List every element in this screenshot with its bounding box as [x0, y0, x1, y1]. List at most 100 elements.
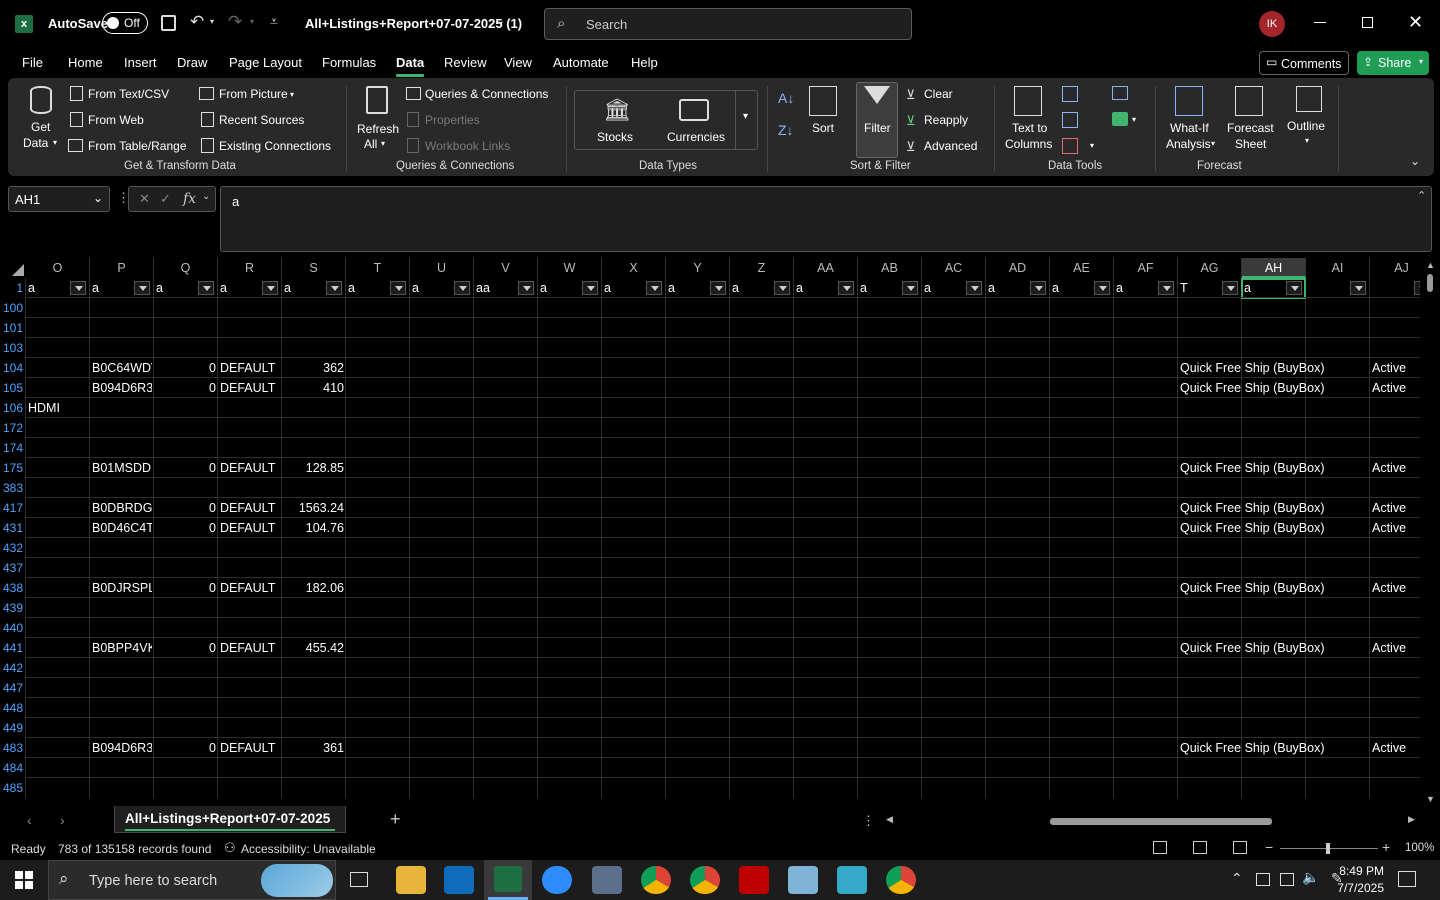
cell-r[interactable]: DEFAULT	[220, 458, 280, 478]
cell-aj[interactable]	[1372, 438, 1418, 458]
cell-p[interactable]	[92, 658, 152, 678]
task-view-icon[interactable]	[350, 872, 368, 887]
cell-s[interactable]	[284, 318, 344, 338]
cell-q[interactable]	[156, 618, 216, 638]
cell-p[interactable]	[92, 678, 152, 698]
cell-p[interactable]: B0BPP4VK	[92, 638, 152, 658]
add-sheet-button[interactable]: +	[390, 809, 401, 830]
cell-p[interactable]: B0C64WDV	[92, 358, 152, 378]
cell-ag[interactable]	[1180, 398, 1370, 418]
cell-o[interactable]	[28, 538, 96, 558]
cell-r[interactable]: DEFAULT	[220, 578, 280, 598]
cell-ag[interactable]	[1180, 318, 1370, 338]
row-header[interactable]: 106	[0, 398, 25, 418]
filter-dropdown-af[interactable]	[1158, 281, 1174, 295]
cell-p[interactable]	[92, 778, 152, 798]
advanced-button[interactable]: Advanced	[924, 139, 977, 153]
header-cell-o[interactable]: a	[28, 278, 70, 298]
tab-split-handle-icon[interactable]: ⋮	[862, 813, 875, 829]
cell-ag[interactable]: Quick Free Ship (BuyBox)	[1180, 378, 1370, 398]
text-to-columns-button[interactable]: Text to Columns	[1000, 84, 1056, 156]
from-picture-button[interactable]: From Picture	[219, 87, 288, 101]
column-header-ab[interactable]: AB	[858, 258, 922, 278]
filter-dropdown-v[interactable]	[518, 281, 534, 295]
currencies-button[interactable]: Currencies	[655, 93, 731, 147]
data-validation-dropdown-icon[interactable]: ▾	[1090, 141, 1094, 150]
cell-aj[interactable]	[1372, 598, 1418, 618]
header-cell-p[interactable]: a	[92, 278, 134, 298]
cell-ag[interactable]	[1180, 338, 1370, 358]
cell-q[interactable]: 0	[156, 378, 216, 398]
cell-ag[interactable]	[1180, 558, 1370, 578]
cell-q[interactable]	[156, 318, 216, 338]
cell-s[interactable]	[284, 398, 344, 418]
row-header[interactable]: 440	[0, 618, 25, 638]
from-table-range-button[interactable]: From Table/Range	[88, 139, 187, 153]
cell-o[interactable]	[28, 478, 96, 498]
column-header-ac[interactable]: AC	[922, 258, 986, 278]
cell-ag[interactable]: Quick Free Ship (BuyBox)	[1180, 738, 1370, 758]
cell-p[interactable]: B094D6R3	[92, 738, 152, 758]
chrome-alt-icon[interactable]	[886, 866, 916, 894]
column-header-o[interactable]: O	[26, 258, 90, 278]
cell-ag[interactable]	[1180, 598, 1370, 618]
insert-function-icon[interactable]: fx	[183, 191, 196, 207]
cell-q[interactable]: 0	[156, 358, 216, 378]
sheet-tab-active[interactable]: All+Listings+Report+07-07-2025	[114, 806, 346, 833]
cell-aj[interactable]: Active	[1372, 578, 1418, 598]
cell-p[interactable]	[92, 418, 152, 438]
queries-connections-button[interactable]: Queries & Connections	[425, 87, 548, 101]
cell-aj[interactable]	[1372, 758, 1418, 778]
cell-s[interactable]: 410	[284, 378, 344, 398]
data-types-more-button[interactable]: ▾	[735, 91, 757, 149]
what-if-analysis-button[interactable]: What-If Analysis ▾	[1162, 84, 1218, 156]
zoom-slider-thumb[interactable]	[1326, 843, 1330, 854]
page-break-view-icon[interactable]	[1233, 841, 1247, 854]
cell-ag[interactable]: Quick Free Ship (BuyBox)	[1180, 458, 1370, 478]
filter-dropdown-u[interactable]	[454, 281, 470, 295]
tab-help[interactable]: Help	[631, 55, 658, 70]
cell-o[interactable]	[28, 318, 96, 338]
cell-p[interactable]	[92, 538, 152, 558]
cell-ag[interactable]	[1180, 298, 1370, 318]
cell-p[interactable]	[92, 558, 152, 578]
row-header[interactable]: 438	[0, 578, 25, 598]
header-cell-af[interactable]: a	[1116, 278, 1158, 298]
chrome-icon[interactable]	[641, 866, 671, 894]
undo-icon[interactable]: ↶	[190, 12, 204, 32]
cell-s[interactable]	[284, 338, 344, 358]
header-cell-ag[interactable]: T	[1180, 278, 1222, 298]
cell-s[interactable]	[284, 658, 344, 678]
sort-ascending-icon[interactable]: A↓	[778, 90, 794, 106]
data-validation-icon[interactable]	[1062, 138, 1078, 154]
cell-ag[interactable]	[1180, 618, 1370, 638]
cell-s[interactable]	[284, 418, 344, 438]
row-header[interactable]: 484	[0, 758, 25, 778]
network-icon[interactable]	[1280, 873, 1294, 886]
cell-s[interactable]: 1563.24	[284, 498, 344, 518]
name-box-dropdown-icon[interactable]: ⌄	[93, 191, 103, 205]
consolidate-icon[interactable]	[1112, 86, 1128, 100]
cell-aj[interactable]: Active	[1372, 378, 1418, 398]
chrome-profile-icon[interactable]	[690, 866, 720, 894]
cell-q[interactable]	[156, 718, 216, 738]
cell-aj[interactable]	[1372, 678, 1418, 698]
cell-q[interactable]	[156, 398, 216, 418]
file-name-chevron-icon[interactable]: ⌄	[496, 14, 505, 27]
filter-dropdown-ae[interactable]	[1094, 281, 1110, 295]
tab-home[interactable]: Home	[68, 55, 103, 70]
file-explorer-icon[interactable]	[396, 866, 426, 894]
taskbar-search[interactable]: ⌕ Type here to search	[48, 860, 336, 900]
header-cell-ai[interactable]	[1308, 278, 1350, 298]
sort-button[interactable]: Sort	[805, 84, 839, 148]
column-header-r[interactable]: R	[218, 258, 282, 278]
cell-s[interactable]: 455.42	[284, 638, 344, 658]
cell-r[interactable]	[220, 298, 280, 318]
cell-p[interactable]	[92, 618, 152, 638]
cell-ag[interactable]	[1180, 678, 1370, 698]
cell-o[interactable]	[28, 698, 96, 718]
cell-aj[interactable]	[1372, 398, 1418, 418]
row-header[interactable]: 105	[0, 378, 25, 398]
column-header-ad[interactable]: AD	[986, 258, 1050, 278]
cell-o[interactable]	[28, 678, 96, 698]
